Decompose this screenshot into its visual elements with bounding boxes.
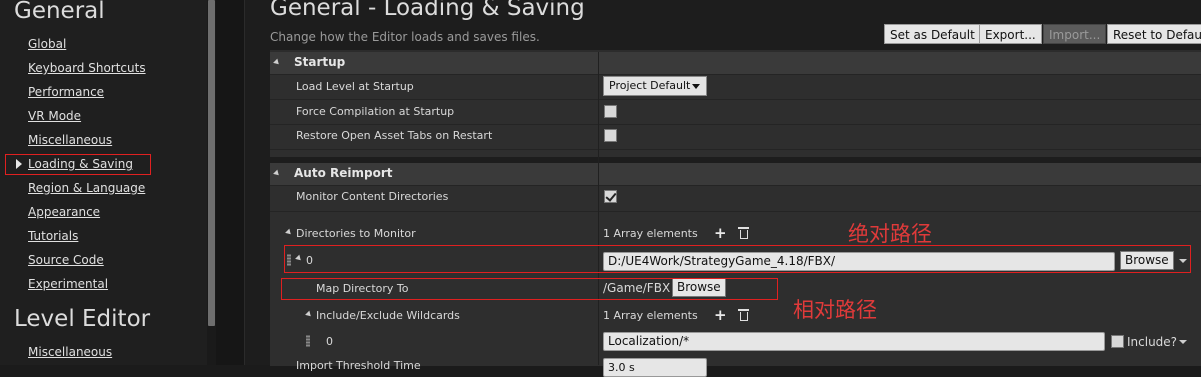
category-startup-label: Startup xyxy=(294,55,346,69)
wildcard-index-label: 0 xyxy=(326,335,333,348)
sidebar-item-vr-mode[interactable]: VR Mode xyxy=(28,109,81,123)
highlight-box-map xyxy=(281,278,778,300)
sidebar-item-loading-saving[interactable]: Loading & Saving xyxy=(28,157,133,171)
settings-sidebar: General Global Keyboard Shortcuts Perfor… xyxy=(0,0,207,365)
sidebar-item-tutorials[interactable]: Tutorials xyxy=(28,229,78,243)
highlight-box-path xyxy=(284,245,1191,273)
reset-to-defaults-button[interactable]: Reset to Defaults xyxy=(1107,24,1201,44)
import-threshold-label: Import Threshold Time xyxy=(296,359,421,372)
restore-tabs-label: Restore Open Asset Tabs on Restart xyxy=(296,129,493,142)
monitor-content-checkbox[interactable] xyxy=(604,190,617,203)
sidebar-item-experimental[interactable]: Experimental xyxy=(28,277,108,291)
delete-wildcards-icon[interactable] xyxy=(738,309,749,321)
force-compilation-checkbox[interactable] xyxy=(604,105,617,118)
annotation-absolute-path: 绝对路径 xyxy=(848,222,932,246)
sidebar-gutter xyxy=(216,0,245,365)
page-subtitle: Change how the Editor loads and saves fi… xyxy=(270,30,540,44)
directories-to-monitor-label: Directories to Monitor xyxy=(296,227,416,240)
dropdown-arrow-icon xyxy=(692,84,700,89)
sidebar-item-miscellaneous[interactable]: Miscellaneous xyxy=(28,133,112,147)
load-level-label: Load Level at Startup xyxy=(296,80,414,93)
load-level-value: Project Default xyxy=(609,79,691,92)
wildcards-count: 1 Array elements xyxy=(603,309,698,322)
restore-tabs-checkbox[interactable] xyxy=(604,129,617,142)
force-compilation-label: Force Compilation at Startup xyxy=(296,105,455,118)
section-title-level-editor: Level Editor xyxy=(14,306,151,332)
sidebar-item-global[interactable]: Global xyxy=(28,37,66,51)
sidebar-item-region-language[interactable]: Region & Language xyxy=(28,181,145,195)
column-divider xyxy=(598,52,599,365)
wildcard-options-chevron-icon[interactable] xyxy=(1179,340,1187,344)
monitor-content-label: Monitor Content Directories xyxy=(296,190,449,203)
sidebar-item-level-editor-miscellaneous[interactable]: Miscellaneous xyxy=(28,345,112,359)
collapse-triangle-icon[interactable] xyxy=(273,169,281,178)
delete-elements-icon[interactable] xyxy=(738,227,749,239)
set-as-default-button[interactable]: Set as Default xyxy=(884,24,981,44)
sidebar-item-keyboard-shortcuts[interactable]: Keyboard Shortcuts xyxy=(28,61,146,75)
selected-arrow-icon xyxy=(16,159,22,169)
import-threshold-input[interactable]: 3.0 s xyxy=(603,358,707,377)
sidebar-scrollbar-thumb[interactable] xyxy=(208,0,215,326)
annotation-relative-path: 相对路径 xyxy=(793,298,877,322)
sidebar-scrollbar[interactable] xyxy=(207,0,216,365)
drag-handle-icon[interactable] xyxy=(306,335,310,347)
add-element-icon[interactable]: + xyxy=(714,226,727,241)
collapse-triangle-icon[interactable] xyxy=(273,58,281,67)
category-startup[interactable]: Startup xyxy=(270,52,1201,74)
export-button[interactable]: Export... xyxy=(979,24,1042,44)
directories-count: 1 Array elements xyxy=(603,227,698,240)
sidebar-item-performance[interactable]: Performance xyxy=(28,85,104,99)
include-label: Include? xyxy=(1127,335,1178,349)
add-wildcard-icon[interactable]: + xyxy=(714,308,727,323)
section-title-general: General xyxy=(14,0,105,24)
category-auto-reimport[interactable]: Auto Reimport xyxy=(270,163,1201,185)
category-auto-reimport-label: Auto Reimport xyxy=(294,166,393,180)
page-title: General - Loading & Saving xyxy=(270,0,585,21)
include-checkbox[interactable] xyxy=(1111,335,1124,348)
wildcards-label: Include/Exclude Wildcards xyxy=(316,309,460,322)
sidebar-item-source-code[interactable]: Source Code xyxy=(28,253,104,267)
wildcard-input[interactable]: Localization/* xyxy=(603,332,1105,351)
sidebar-item-appearance[interactable]: Appearance xyxy=(28,205,100,219)
import-button[interactable]: Import... xyxy=(1043,24,1107,44)
load-level-dropdown[interactable]: Project Default xyxy=(603,76,707,96)
